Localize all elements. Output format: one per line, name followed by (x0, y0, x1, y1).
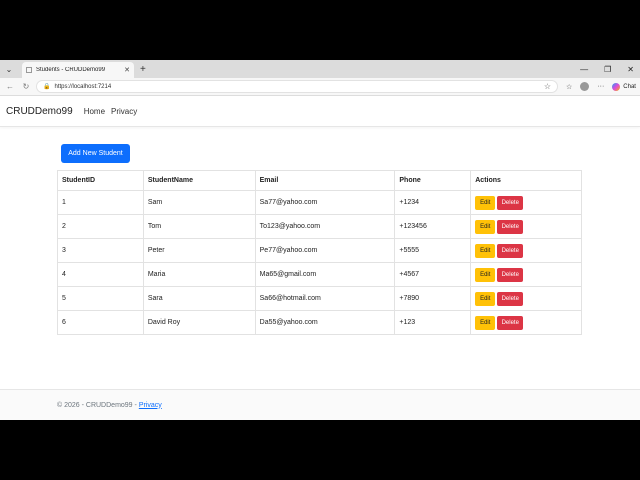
footer-text: © 2026 - CRUDDemo99 - (57, 401, 137, 409)
cell-name: Peter (142, 238, 256, 263)
cell-name: David Roy (142, 310, 256, 335)
browser-window: ⌄ Students - CRUDDemo99 ✕ + — ❐ ✕ ← ↻ 🔒 … (0, 60, 640, 420)
cell-actions: Edit Delete (470, 214, 582, 239)
copilot-chat-button[interactable]: Chat (612, 82, 636, 91)
brand-link[interactable]: CRUDDemo99 (6, 106, 73, 117)
delete-button[interactable]: Delete (497, 219, 524, 234)
col-header-phone: Phone (394, 170, 472, 191)
delete-button[interactable]: Delete (497, 195, 524, 210)
chat-label: Chat (623, 83, 636, 90)
edit-button[interactable]: Edit (475, 243, 496, 258)
cell-email: Sa66@hotmail.com (254, 286, 396, 311)
delete-button[interactable]: Delete (497, 315, 524, 330)
edit-button[interactable]: Edit (475, 219, 496, 234)
col-header-actions: Actions (470, 170, 582, 191)
cell-id: 6 (57, 310, 144, 335)
browser-tab[interactable]: Students - CRUDDemo99 ✕ (22, 62, 134, 78)
favorites-icon[interactable]: ☆ (566, 83, 572, 91)
edit-button[interactable]: Edit (475, 195, 496, 210)
delete-button[interactable]: Delete (497, 291, 524, 306)
close-window-icon[interactable]: ✕ (627, 65, 634, 74)
profile-avatar[interactable] (580, 82, 590, 91)
delete-button[interactable]: Delete (497, 267, 524, 282)
back-icon[interactable]: ← (4, 82, 16, 91)
more-menu-icon[interactable]: ··· (597, 83, 604, 90)
site-footer: © 2026 - CRUDDemo99 - Privacy (0, 389, 640, 420)
cell-id: 3 (57, 238, 144, 263)
cell-email: To123@yahoo.com (254, 214, 396, 239)
tab-close-icon[interactable]: ✕ (124, 66, 130, 74)
cell-name: Tom (142, 214, 256, 239)
url-text: https://localhost:7214 (54, 83, 112, 90)
cell-phone: +5555 (394, 238, 472, 263)
cell-email: Sa77@yahoo.com (254, 190, 396, 215)
table-header-row: StudentID StudentName Email Phone Action… (57, 170, 582, 191)
restore-icon[interactable]: ❐ (604, 65, 611, 74)
cell-actions: Edit Delete (470, 310, 582, 335)
edit-button[interactable]: Edit (475, 291, 496, 306)
copilot-icon (612, 82, 621, 91)
cell-actions: Edit Delete (470, 286, 582, 311)
page-favicon-icon (26, 67, 32, 73)
cell-name: Sam (142, 190, 256, 215)
tab-bar: ⌄ Students - CRUDDemo99 ✕ + — ❐ ✕ (0, 60, 640, 78)
edit-button[interactable]: Edit (475, 315, 496, 330)
cell-email: Ma65@gmail.com (254, 262, 396, 287)
cell-actions: Edit Delete (470, 190, 582, 215)
minimize-icon[interactable]: — (580, 65, 588, 74)
tab-title: Students - CRUDDemo99 (36, 67, 106, 73)
refresh-icon[interactable]: ↻ (20, 82, 32, 91)
cell-phone: +123 (394, 310, 472, 335)
table-row: 1 Sam Sa77@yahoo.com +1234 Edit Delete (57, 190, 582, 215)
cell-email: Da55@yahoo.com (254, 310, 396, 335)
cell-email: Pe77@yahoo.com (254, 238, 396, 263)
address-bar[interactable]: 🔒 https://localhost:7214 ☆ (36, 80, 558, 93)
cell-id: 2 (57, 214, 144, 239)
cell-phone: +123456 (394, 214, 472, 239)
cell-id: 5 (57, 286, 144, 311)
site-navbar: CRUDDemo99 Home Privacy (0, 96, 640, 127)
table-row: 3 Peter Pe77@yahoo.com +5555 Edit Delete (57, 238, 582, 263)
table-row: 6 David Roy Da55@yahoo.com +123 Edit Dele… (57, 310, 582, 335)
nav-home[interactable]: Home (84, 107, 105, 116)
edit-button[interactable]: Edit (475, 267, 496, 282)
nav-privacy[interactable]: Privacy (111, 107, 137, 116)
footer-privacy-link[interactable]: Privacy (139, 402, 162, 409)
table-row: 2 Tom To123@yahoo.com +123456 Edit Delete (57, 214, 582, 239)
cell-actions: Edit Delete (470, 238, 582, 263)
cell-id: 4 (57, 262, 144, 287)
cell-name: Sara (142, 286, 256, 311)
col-header-studentid: StudentID (57, 170, 144, 191)
cell-name: Maria (142, 262, 256, 287)
favorite-star-icon[interactable]: ☆ (544, 82, 551, 91)
cell-id: 1 (57, 190, 144, 215)
add-new-student-button[interactable]: Add New Student (61, 144, 130, 163)
delete-button[interactable]: Delete (497, 243, 524, 258)
tab-actions-icon[interactable]: ⌄ (2, 62, 16, 76)
col-header-email: Email (254, 170, 396, 191)
lock-icon[interactable]: 🔒 (43, 83, 50, 90)
cell-phone: +4567 (394, 262, 472, 287)
new-tab-icon[interactable]: + (140, 64, 146, 75)
cell-phone: +1234 (394, 190, 472, 215)
students-table: StudentID StudentName Email Phone Action… (57, 170, 582, 335)
table-row: 5 Sara Sa66@hotmail.com +7890 Edit Delete (57, 286, 582, 311)
cell-phone: +7890 (394, 286, 472, 311)
col-header-studentname: StudentName (142, 170, 256, 191)
table-row: 4 Maria Ma65@gmail.com +4567 Edit Delete (57, 262, 582, 287)
cell-actions: Edit Delete (470, 262, 582, 287)
address-bar-row: ← ↻ 🔒 https://localhost:7214 ☆ ☆ ··· Cha… (0, 78, 640, 96)
